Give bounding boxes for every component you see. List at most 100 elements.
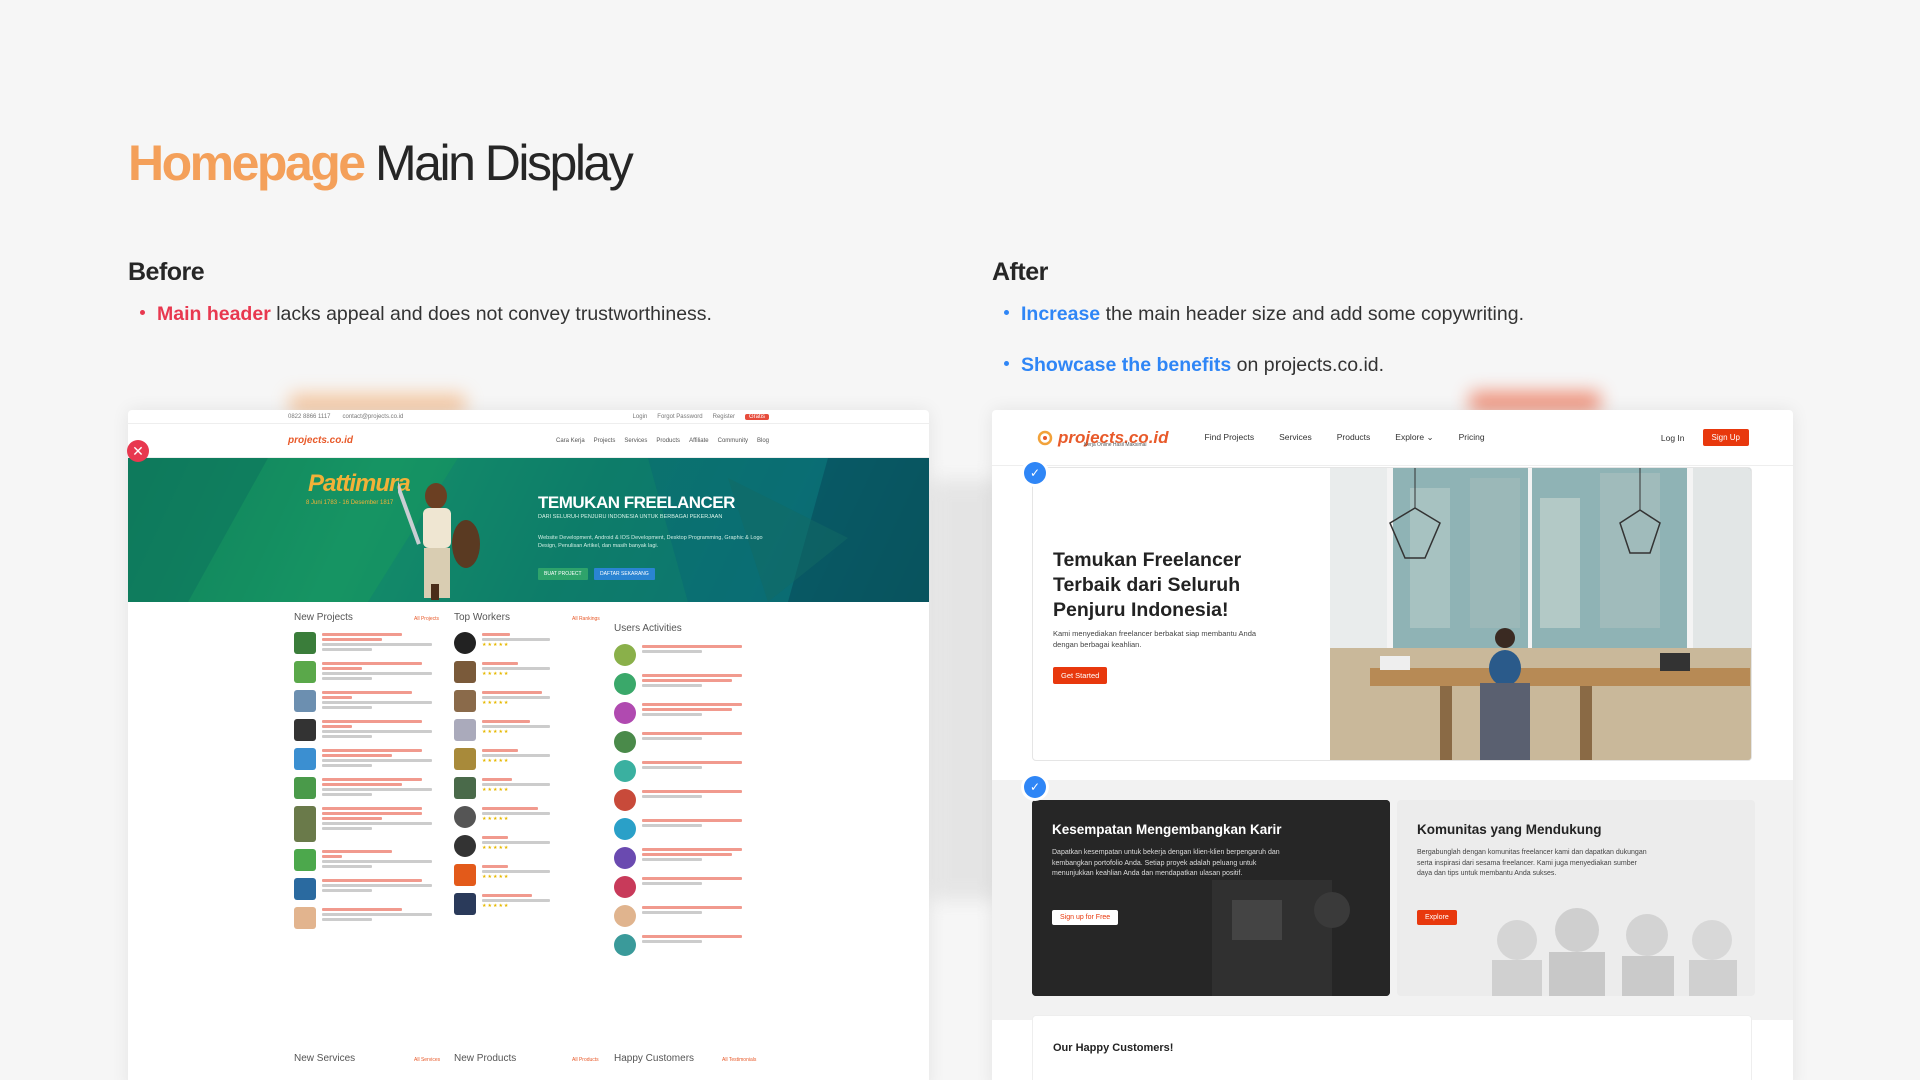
after-screenshot: projects.co.id Kerja Online Hasil Maksim… bbox=[992, 410, 1793, 1080]
all-projects-link[interactable]: All Projects bbox=[414, 616, 439, 622]
list-item[interactable] bbox=[294, 661, 444, 683]
list-item[interactable]: ★★★★★ bbox=[454, 661, 604, 683]
nav-projects[interactable]: Projects bbox=[594, 438, 616, 444]
before-hero-banner: Pattimura 8 Juni 1783 - 16 Desember 1817… bbox=[128, 458, 929, 602]
hero-hero-dates: 8 Juni 1783 - 16 Desember 1817 bbox=[306, 500, 394, 506]
page-title: Homepage Main Display bbox=[128, 134, 634, 192]
list-item[interactable]: ★★★★★ bbox=[454, 719, 604, 741]
topbar-forgot-link[interactable]: Forgot Password bbox=[657, 414, 702, 420]
nav-blog[interactable]: Blog bbox=[757, 438, 769, 444]
list-item bbox=[614, 876, 764, 898]
users-activities-title: Users Activities bbox=[614, 623, 682, 634]
nav-cara-kerja[interactable]: Cara Kerja bbox=[556, 438, 585, 444]
nav-products[interactable]: Products bbox=[656, 438, 680, 444]
hero-hero-name: Pattimura bbox=[308, 470, 411, 497]
before-heading: Before bbox=[128, 258, 205, 286]
create-project-button[interactable]: BUAT PROJECT bbox=[538, 568, 588, 580]
get-started-button[interactable]: Get Started bbox=[1053, 667, 1108, 684]
nav-pricing[interactable]: Pricing bbox=[1459, 432, 1485, 443]
list-item[interactable] bbox=[294, 849, 444, 871]
section-top-workers: Top Workers All Rankings bbox=[454, 612, 604, 623]
after-logo-tagline: Kerja Online Hasil Maksimal bbox=[1084, 442, 1147, 448]
list-item bbox=[614, 905, 764, 927]
list-item[interactable] bbox=[294, 878, 444, 900]
list-item[interactable] bbox=[294, 777, 444, 799]
list-item[interactable] bbox=[294, 907, 444, 929]
star-rating: ★★★★★ bbox=[482, 874, 510, 880]
section-new-services: New Services All Services bbox=[294, 1053, 444, 1064]
nav-explore[interactable]: Explore ⌄ bbox=[1395, 432, 1433, 443]
all-testimonials-link[interactable]: All Testimonials bbox=[722, 1057, 756, 1063]
office-illustration bbox=[1330, 468, 1751, 760]
after-hero-desc: Kami menyediakan freelancer berbakat sia… bbox=[1053, 629, 1257, 649]
career-title: Kesempatan Mengembangkan Karir bbox=[1052, 822, 1282, 837]
star-rating: ★★★★★ bbox=[482, 642, 510, 648]
list-item[interactable]: ★★★★★ bbox=[454, 748, 604, 770]
list-item bbox=[614, 934, 764, 956]
list-item[interactable] bbox=[294, 690, 444, 712]
before-topbar: 0822 8866 1117 contact@projects.co.id Lo… bbox=[128, 410, 929, 424]
list-item bbox=[614, 731, 764, 753]
all-rankings-link[interactable]: All Rankings bbox=[572, 616, 600, 622]
topbar-phone: 0822 8866 1117 bbox=[288, 413, 331, 420]
list-item[interactable]: ★★★★★ bbox=[454, 777, 604, 799]
community-desc: Bergabunglah dengan komunitas freelancer… bbox=[1417, 849, 1647, 877]
blur-decoration bbox=[930, 480, 1000, 900]
all-services-link[interactable]: All Services bbox=[414, 1057, 440, 1063]
after-bullet-1: Increase the main header size and add so… bbox=[1004, 303, 1524, 326]
topbar-register-button[interactable]: Gratis bbox=[744, 413, 769, 420]
list-item[interactable] bbox=[294, 806, 444, 842]
after-bullet-2: Showcase the benefits on projects.co.id. bbox=[1004, 354, 1384, 377]
nav-affiliate[interactable]: Affiliate bbox=[689, 438, 709, 444]
topbar-email: contact@projects.co.id bbox=[342, 413, 404, 420]
customers-title: Our Happy Customers! bbox=[1053, 1042, 1174, 1054]
list-item[interactable]: ★★★★★ bbox=[454, 864, 604, 886]
list-item[interactable]: ★★★★★ bbox=[454, 632, 604, 654]
list-item[interactable]: ★★★★★ bbox=[454, 835, 604, 857]
after-hero-card: Temukan Freelancer Terbaik dari Seluruh … bbox=[1032, 467, 1752, 761]
hero-polygon-pattern bbox=[128, 458, 929, 602]
list-item[interactable] bbox=[294, 748, 444, 770]
signup-free-button[interactable]: Sign up for Free bbox=[1052, 910, 1119, 925]
list-item bbox=[614, 760, 764, 782]
nav-community[interactable]: Community bbox=[718, 438, 748, 444]
customers-section: Our Happy Customers! bbox=[1032, 1015, 1752, 1080]
before-logo[interactable]: projects.co.id bbox=[288, 435, 353, 446]
happy-customers-title: Happy Customers bbox=[614, 1053, 695, 1064]
new-projects-list bbox=[294, 632, 444, 936]
before-bullet-highlight: Main header bbox=[157, 303, 271, 325]
nav-services[interactable]: Services bbox=[624, 438, 647, 444]
nav-services[interactable]: Services bbox=[1279, 432, 1312, 443]
after-bullet2-highlight: Showcase the benefits bbox=[1021, 354, 1232, 376]
section-happy-customers: Happy Customers All Testimonials bbox=[614, 1053, 764, 1064]
list-item[interactable]: ★★★★★ bbox=[454, 893, 604, 915]
nav-products[interactable]: Products bbox=[1337, 432, 1371, 443]
signup-button[interactable]: Sign Up bbox=[1702, 429, 1749, 446]
list-item[interactable] bbox=[294, 719, 444, 741]
bullet-dot bbox=[1004, 361, 1009, 367]
before-nav-links: Cara Kerja Projects Services Products Af… bbox=[556, 438, 769, 444]
nav-find-projects[interactable]: Find Projects bbox=[1205, 432, 1255, 443]
star-rating: ★★★★★ bbox=[482, 845, 510, 851]
list-item[interactable]: ★★★★★ bbox=[454, 806, 604, 828]
all-products-link[interactable]: All Products bbox=[572, 1057, 599, 1063]
career-desc: Dapatkan kesempatan untuk bekerja dengan… bbox=[1052, 849, 1280, 877]
list-item[interactable] bbox=[294, 632, 444, 654]
list-item bbox=[614, 702, 764, 724]
topbar-register-label[interactable]: Register bbox=[713, 414, 735, 420]
explore-button[interactable]: Explore bbox=[1417, 910, 1457, 925]
after-navbar: projects.co.id Kerja Online Hasil Maksim… bbox=[992, 410, 1793, 466]
users-activities-list bbox=[614, 644, 764, 963]
star-rating: ★★★★★ bbox=[482, 903, 510, 909]
register-now-button[interactable]: DAFTAR SEKARANG bbox=[594, 568, 655, 580]
section-users-activities: Users Activities bbox=[614, 623, 764, 634]
top-workers-list: ★★★★★ ★★★★★ ★★★★★ ★★★★★ ★★★★★ ★★★★★ ★★★★… bbox=[454, 632, 604, 922]
star-rating: ★★★★★ bbox=[482, 700, 510, 706]
login-button[interactable]: Log In bbox=[1661, 433, 1685, 443]
new-services-title: New Services bbox=[294, 1053, 356, 1064]
after-hero-title: Temukan Freelancer Terbaik dari Seluruh … bbox=[1053, 549, 1242, 621]
list-item bbox=[614, 847, 764, 869]
list-item bbox=[614, 818, 764, 840]
topbar-login-link[interactable]: Login bbox=[633, 414, 648, 420]
list-item[interactable]: ★★★★★ bbox=[454, 690, 604, 712]
